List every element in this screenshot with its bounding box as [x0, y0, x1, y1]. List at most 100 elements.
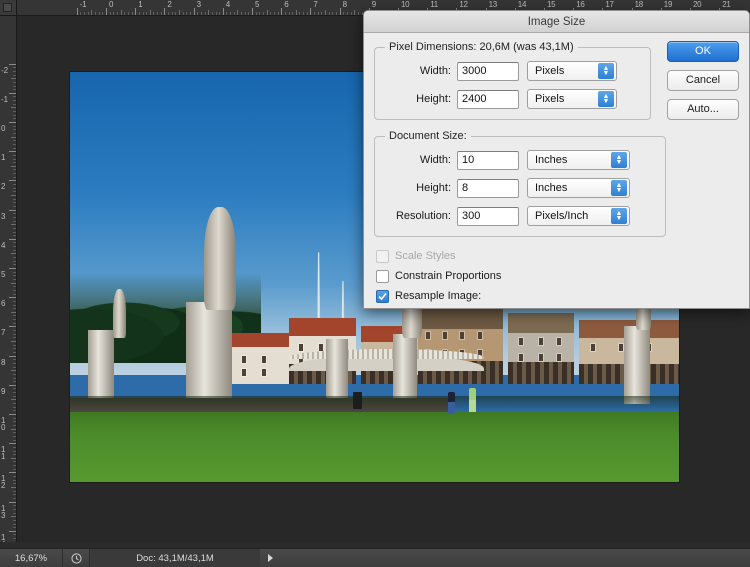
- ok-button[interactable]: OK: [667, 41, 739, 62]
- ruler-label: 3: [197, 0, 201, 9]
- scale-styles-label: Scale Styles: [395, 250, 456, 262]
- doc-height-input[interactable]: [457, 179, 519, 198]
- zoom-level[interactable]: 16,67%: [0, 553, 62, 564]
- ruler-subtick: [13, 418, 16, 419]
- ruler-subtick: [179, 10, 180, 15]
- ruler-subtick: [13, 323, 16, 324]
- ruler-label: 13: [1, 505, 9, 519]
- ruler-subtick: [245, 12, 246, 15]
- ruler-subtick: [13, 505, 16, 506]
- document-info[interactable]: Doc: 43,1M/43,1M: [90, 549, 260, 567]
- pixel-height-unit-value: Pixels: [535, 93, 564, 105]
- pixel-height-unit-select[interactable]: Pixels ▲▼: [527, 89, 617, 109]
- ruler-subtick: [13, 144, 16, 145]
- ruler-label: 13: [489, 0, 497, 9]
- constrain-proportions-checkbox[interactable]: [376, 270, 389, 283]
- ruler-subtick: [84, 12, 85, 15]
- ruler-subtick: [11, 516, 16, 517]
- ruler-label: 0: [109, 0, 113, 9]
- ruler-subtick: [13, 534, 16, 535]
- ruler-subtick: [226, 12, 227, 15]
- dialog-titlebar[interactable]: Image Size: [364, 11, 749, 33]
- ruler-subtick: [13, 345, 16, 346]
- ruler-subtick: [299, 12, 300, 15]
- image-size-dialog[interactable]: Image Size Pixel Dimensions: 20,6M (was …: [363, 10, 750, 309]
- ruler-subtick: [91, 10, 92, 15]
- triangle-right-icon[interactable]: [260, 549, 280, 567]
- ruler-subtick: [13, 206, 16, 207]
- constrain-proportions-row[interactable]: Constrain Proportions: [376, 267, 739, 285]
- doc-width-input[interactable]: [457, 151, 519, 170]
- ruler-subtick: [318, 12, 319, 15]
- doc-width-unit-value: Inches: [535, 154, 567, 166]
- stepper-icon[interactable]: ▲▼: [611, 152, 627, 168]
- auto-button[interactable]: Auto...: [667, 99, 739, 120]
- ruler-subtick: [13, 407, 16, 408]
- pedestal: [393, 334, 417, 404]
- ruler-subtick: [13, 272, 16, 273]
- ruler-corner[interactable]: [0, 0, 17, 16]
- ruler-subtick: [157, 12, 158, 15]
- ruler-label: -1: [1, 96, 9, 103]
- cancel-button[interactable]: Cancel: [667, 70, 739, 91]
- ruler-subtick: [13, 396, 16, 397]
- building: [418, 308, 504, 383]
- ruler-subtick: [321, 12, 322, 15]
- doc-width-label: Width:: [383, 154, 457, 166]
- ruler-subtick: [13, 454, 16, 455]
- trash-bin: [353, 392, 362, 409]
- ruler-subtick: [117, 12, 118, 15]
- resample-image-row[interactable]: Resample Image:: [376, 287, 739, 305]
- ruler-subtick: [230, 12, 231, 15]
- pixel-width-unit-select[interactable]: Pixels ▲▼: [527, 61, 617, 81]
- stepper-icon[interactable]: ▲▼: [611, 180, 627, 196]
- ruler-tick: [252, 8, 253, 15]
- ruler-tick: [9, 385, 16, 386]
- lawn-shadow: [70, 396, 679, 412]
- doc-resolution-input[interactable]: [457, 207, 519, 226]
- ruler-tick: [194, 8, 195, 15]
- pixel-width-input[interactable]: [457, 62, 519, 81]
- ruler-label: 20: [693, 0, 701, 9]
- doc-height-row: Height: Inches ▲▼: [383, 176, 657, 200]
- ruler-subtick: [11, 283, 16, 284]
- ruler-subtick: [13, 378, 16, 379]
- ruler-subtick: [303, 12, 304, 15]
- stepper-icon[interactable]: ▲▼: [598, 63, 614, 79]
- photoshop-window: -10123456789101112131415161718192021 -2-…: [0, 0, 750, 567]
- ruler-subtick: [13, 261, 16, 262]
- pedestal-main: [186, 302, 232, 409]
- doc-height-unit-select[interactable]: Inches ▲▼: [527, 178, 630, 198]
- ruler-subtick: [267, 10, 268, 15]
- ruler-subtick: [13, 374, 16, 375]
- ruler-subtick: [124, 12, 125, 15]
- doc-width-unit-select[interactable]: Inches ▲▼: [527, 150, 630, 170]
- stepper-icon[interactable]: ▲▼: [598, 91, 614, 107]
- ruler-label: 8: [1, 359, 9, 366]
- ruler-subtick: [13, 140, 16, 141]
- ruler-subtick: [13, 148, 16, 149]
- ruler-subtick: [13, 228, 16, 229]
- scale-styles-checkbox[interactable]: [376, 250, 389, 263]
- pixel-height-input[interactable]: [457, 90, 519, 109]
- scale-styles-row[interactable]: Scale Styles: [376, 247, 739, 265]
- ruler-subtick: [13, 202, 16, 203]
- ruler-subtick: [13, 436, 16, 437]
- ruler-subtick: [307, 12, 308, 15]
- vertical-ruler[interactable]: -2-101234567891011121314: [0, 16, 17, 542]
- ruler-subtick: [13, 403, 16, 404]
- status-bar: 16,67% Doc: 43,1M/43,1M: [0, 548, 750, 567]
- ruler-subtick: [259, 12, 260, 15]
- stepper-icon[interactable]: ▲▼: [611, 208, 627, 224]
- ruler-subtick: [139, 12, 140, 15]
- ruler-tick: [9, 297, 16, 298]
- ruler-label: 2: [167, 0, 171, 9]
- doc-resolution-unit-select[interactable]: Pixels/Inch ▲▼: [527, 206, 630, 226]
- ruler-subtick: [325, 10, 326, 15]
- ruler-subtick: [13, 177, 16, 178]
- clock-icon[interactable]: [63, 549, 89, 567]
- ruler-tick: [9, 356, 16, 357]
- ruler-subtick: [263, 12, 264, 15]
- resample-image-checkbox[interactable]: [376, 290, 389, 303]
- ruler-subtick: [13, 162, 16, 163]
